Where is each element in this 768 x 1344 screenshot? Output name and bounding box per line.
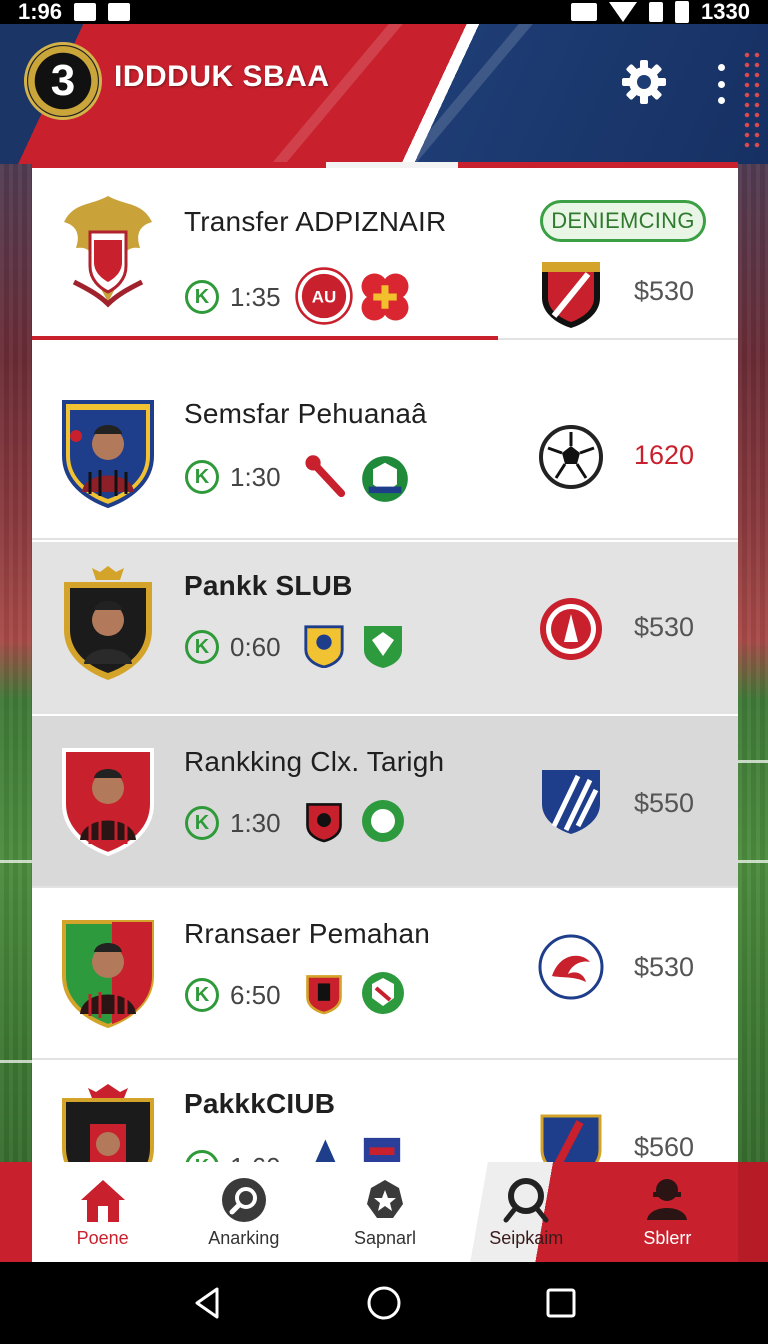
card-price: $530 bbox=[634, 952, 695, 982]
battery-level: 1330 bbox=[701, 0, 750, 24]
mute-icon bbox=[571, 3, 598, 21]
nav-label: Poene bbox=[76, 1227, 129, 1248]
club-chip-blue bbox=[363, 1137, 401, 1162]
recents-icon[interactable] bbox=[545, 1287, 577, 1319]
logo-number: 3 bbox=[50, 56, 76, 105]
club-chip-triangle bbox=[315, 1139, 336, 1162]
home-icon bbox=[80, 1179, 125, 1222]
club-chip-au: AU bbox=[295, 267, 353, 325]
nav-item-sapnarl[interactable]: Sapnarl bbox=[314, 1162, 455, 1262]
gear-icon[interactable] bbox=[620, 58, 668, 106]
nav-item-search[interactable]: Seipkaim bbox=[456, 1162, 597, 1262]
club-striped-shield-icon bbox=[542, 770, 600, 834]
club-chip-green bbox=[362, 972, 404, 1014]
ranking-icon bbox=[221, 1177, 266, 1222]
club-roundel-icon bbox=[540, 598, 602, 660]
card-price: $530 bbox=[634, 612, 695, 642]
app-logo[interactable]: 3 bbox=[24, 42, 102, 120]
player-crest-icon bbox=[62, 400, 154, 509]
list-item[interactable]: Transfer ADPIZNAIR DENIEMCING K 1:35 AU … bbox=[32, 168, 738, 340]
status-bar: 1:96 1330 bbox=[0, 0, 768, 24]
club-chip-red bbox=[306, 803, 342, 843]
player-crest-icon bbox=[62, 748, 154, 857]
app-header: 3 IDDDUK SBAA bbox=[0, 24, 768, 164]
list-item[interactable]: Semsfar Pehuanaâ K 1:30 1620 bbox=[32, 368, 738, 540]
overflow-menu-icon[interactable] bbox=[714, 64, 728, 104]
signal-icon bbox=[649, 2, 664, 22]
list-item[interactable]: Rransaer Pemahan K 6:50 $530 bbox=[32, 888, 738, 1060]
player-crest-icon bbox=[62, 1084, 154, 1162]
notification-icon bbox=[108, 3, 131, 21]
whistle-icon bbox=[305, 455, 346, 498]
transfer-list: Transfer ADPIZNAIR DENIEMCING K 1:35 AU … bbox=[32, 162, 738, 1162]
timer-icon: K bbox=[185, 1150, 219, 1162]
list-item[interactable]: Rankking Clx. Tarigh K 1:30 $550 bbox=[32, 716, 738, 888]
club-phoenix-icon bbox=[538, 934, 604, 1000]
timer-value: 1:35 bbox=[230, 282, 281, 312]
medical-cross-icon bbox=[361, 273, 409, 321]
chip-label: AU bbox=[312, 288, 336, 307]
star-icon bbox=[367, 1179, 403, 1218]
timer-icon: K bbox=[185, 280, 219, 314]
timer-value: 0:60 bbox=[230, 632, 281, 662]
wifi-icon bbox=[609, 2, 638, 22]
football-icon bbox=[539, 425, 603, 489]
progress-indicator bbox=[32, 336, 498, 340]
player-crest-icon bbox=[64, 566, 152, 680]
list-item[interactable]: PakkkCIUB K 1:60 $560 bbox=[32, 1060, 738, 1162]
card-title: PakkkCIUB bbox=[184, 1088, 336, 1119]
card-title: Semsfar Pehuanaâ bbox=[184, 398, 427, 429]
club-shield-icon bbox=[542, 262, 600, 328]
timer-icon: K bbox=[185, 978, 219, 1012]
club-chip-yellow bbox=[304, 625, 344, 668]
bottom-navigation: Poene Anarking Sapnarl Seipkaim Sblerr bbox=[0, 1162, 768, 1262]
app-title: IDDDUK SBAA bbox=[114, 60, 330, 93]
system-navigation-bar bbox=[0, 1262, 768, 1344]
timer-icon: K bbox=[185, 806, 219, 840]
eagle-crest-icon bbox=[64, 196, 152, 308]
home-circle-icon[interactable] bbox=[366, 1285, 402, 1321]
gallery-icon bbox=[74, 3, 97, 21]
nav-item-ranking[interactable]: Anarking bbox=[173, 1162, 314, 1262]
nav-item-profile[interactable]: Sblerr bbox=[597, 1162, 738, 1262]
timer-value: 1:30 bbox=[230, 808, 281, 838]
timer-value: 6:50 bbox=[230, 980, 281, 1010]
card-title: Pankk SLUB bbox=[184, 570, 353, 601]
card-price: $530 bbox=[634, 276, 695, 306]
card-title: Transfer ADPIZNAIR bbox=[184, 206, 447, 237]
card-title: Rransaer Pemahan bbox=[184, 918, 430, 949]
nav-label: Seipkaim bbox=[489, 1227, 564, 1248]
club-striped-shield-icon bbox=[540, 1114, 602, 1162]
player-crest-icon bbox=[62, 920, 154, 1029]
card-price: $550 bbox=[634, 788, 695, 818]
decorative-dots bbox=[742, 50, 764, 150]
search-icon bbox=[503, 1177, 549, 1222]
card-title: Rankking Clx. Tarigh bbox=[184, 746, 445, 777]
status-time: 1:96 bbox=[18, 0, 63, 24]
timer-icon: K bbox=[185, 460, 219, 494]
nav-label: Sapnarl bbox=[353, 1227, 417, 1248]
nav-label: Sblerr bbox=[643, 1227, 692, 1248]
club-chip-green bbox=[362, 800, 404, 842]
club-chip-green bbox=[362, 456, 408, 502]
list-item[interactable]: Pankk SLUB K 0:60 $530 bbox=[32, 542, 738, 714]
timer-value: 1:30 bbox=[230, 462, 281, 492]
timer-value: 1:60 bbox=[230, 1152, 281, 1162]
club-chip-green bbox=[364, 626, 402, 668]
club-chip-red bbox=[306, 975, 342, 1015]
battery-icon bbox=[675, 1, 690, 23]
back-icon[interactable] bbox=[191, 1285, 223, 1321]
card-price: $560 bbox=[634, 1132, 695, 1162]
timer-icon: K bbox=[185, 630, 219, 664]
nav-label: Anarking bbox=[208, 1227, 280, 1248]
card-price: 1620 bbox=[634, 440, 695, 470]
status-badge[interactable]: DENIEMCING bbox=[540, 200, 706, 242]
profile-icon bbox=[647, 1178, 688, 1220]
nav-item-home[interactable]: Poene bbox=[32, 1162, 173, 1262]
